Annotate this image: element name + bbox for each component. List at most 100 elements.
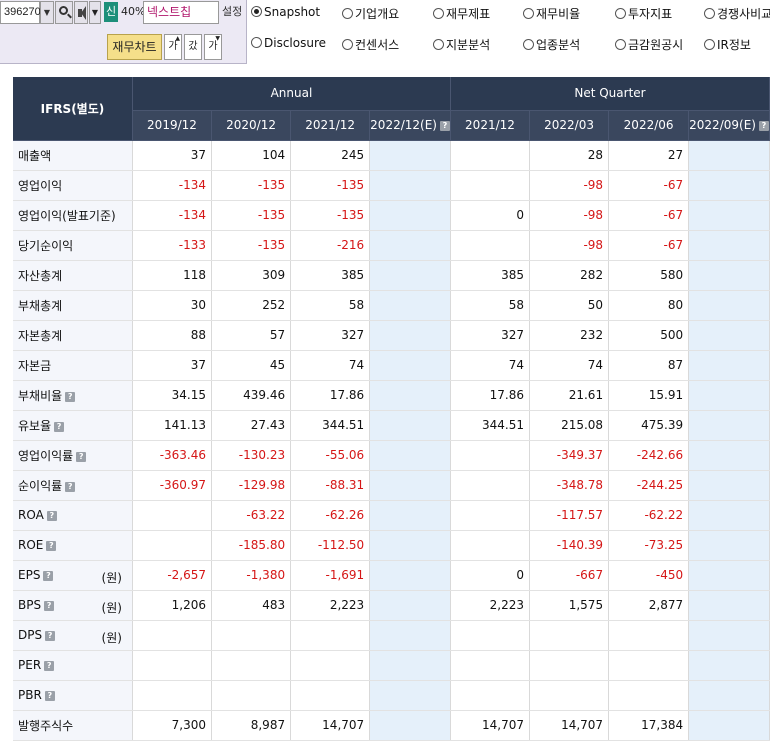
radio-dot-icon[interactable] — [433, 39, 444, 50]
help-icon[interactable]: ? — [44, 661, 55, 671]
table-cell — [688, 230, 770, 261]
radio-option[interactable]: 재무제표 — [433, 5, 490, 22]
row-unit: (원) — [101, 600, 122, 615]
table-cell: -67 — [608, 200, 690, 231]
radio-dot-icon[interactable] — [342, 8, 353, 19]
help-icon[interactable]: ? — [45, 631, 56, 641]
row-label-cell: 유보율? — [13, 410, 133, 441]
stock-selector-panel: 396270 ▼ ▼ 신 40% 넥스트칩 설정 재무차트 ▲ 가 갔 ▼ 가 — [0, 0, 247, 64]
table-cell — [688, 590, 770, 621]
row-label-cell: PER? — [13, 650, 133, 681]
table-cell: 1,206 — [132, 590, 213, 621]
table-cell — [688, 560, 770, 591]
radio-label: Disclosure — [264, 36, 327, 50]
row-label: 자본금 — [18, 358, 52, 373]
radio-dot-icon[interactable] — [615, 8, 626, 19]
table-cell: -140.39 — [529, 530, 610, 561]
row-label-cell: 순이익률? — [13, 470, 133, 501]
table-cell: 88 — [132, 320, 213, 351]
radio-option[interactable]: 지분분석 — [433, 36, 490, 53]
table-cell: 37 — [132, 350, 213, 381]
help-icon[interactable]: ? — [44, 691, 55, 701]
radio-dot-icon[interactable] — [704, 8, 715, 19]
table-cell: -1,380 — [211, 560, 292, 591]
row-label: 매출액 — [18, 148, 52, 163]
font-decrease-label: 가 — [208, 41, 218, 52]
code-dropdown-icon[interactable]: ▼ — [40, 1, 54, 24]
radio-dot-icon[interactable] — [615, 39, 626, 50]
table-row: 영업이익 -134 -135 -135 -98 -67 — [13, 170, 770, 201]
table-cell: -135 — [290, 170, 371, 201]
radio-option[interactable]: 투자지표 — [615, 5, 672, 22]
settings-button[interactable]: 설정 — [222, 3, 242, 19]
radio-option[interactable]: 기업개요 — [342, 5, 399, 22]
radio-label: IR정보 — [717, 38, 751, 52]
table-cell — [369, 200, 451, 231]
row-label: 부채총계 — [18, 298, 63, 313]
table-cell — [688, 200, 770, 231]
radio-dot-icon[interactable] — [523, 8, 534, 19]
radio-option[interactable]: Snapshot — [251, 5, 320, 19]
table-cell: -135 — [211, 200, 292, 231]
table-cell — [369, 140, 451, 171]
radio-dot-icon[interactable] — [704, 39, 715, 50]
help-icon[interactable]: ? — [43, 571, 54, 581]
table-cell: 2,877 — [608, 590, 690, 621]
table-cell: 14,707 — [529, 710, 610, 741]
column-header: 2021/12 — [290, 110, 371, 141]
radio-option[interactable]: 경쟁사비교 — [704, 5, 770, 22]
table-cell: -63.22 — [211, 500, 292, 531]
radio-option[interactable]: 재무비율 — [523, 5, 580, 22]
radio-dot-icon[interactable] — [433, 8, 444, 19]
column-header-label: 2022/09(E) — [689, 118, 756, 132]
radio-option[interactable]: Disclosure — [251, 36, 326, 50]
table-cell: -134 — [132, 170, 213, 201]
table-cell — [290, 620, 371, 651]
help-icon[interactable]: ? — [439, 121, 450, 131]
row-label: 자산총계 — [18, 268, 63, 283]
font-style-button[interactable]: 갔 — [184, 34, 202, 60]
help-icon[interactable]: ? — [44, 601, 55, 611]
financial-chart-button[interactable]: 재무차트 — [107, 34, 162, 60]
radio-dot-icon[interactable] — [523, 39, 534, 50]
table-cell: 104 — [211, 140, 292, 171]
table-cell: 500 — [608, 320, 690, 351]
table-cell: 87 — [608, 350, 690, 381]
table-cell: 17.86 — [290, 380, 371, 411]
table-cell: 245 — [290, 140, 371, 171]
help-icon[interactable]: ? — [46, 511, 57, 521]
radio-dot-icon[interactable] — [342, 39, 353, 50]
table-cell: -244.25 — [608, 470, 690, 501]
font-decrease-button[interactable]: ▼ 가 — [204, 34, 222, 60]
table-cell: -1,691 — [290, 560, 371, 591]
stock-code-input[interactable]: 396270 — [0, 1, 41, 24]
radio-option[interactable]: 금감원공시 — [615, 36, 683, 53]
row-label: ROE — [18, 538, 44, 552]
radio-dot-icon[interactable] — [251, 6, 262, 17]
table-cell: -98 — [529, 200, 610, 231]
table-row: 자산총계 118 309 385 385 282 580 — [13, 260, 770, 291]
row-label-cell: 부채총계 — [13, 290, 133, 321]
table-cell — [450, 530, 531, 561]
radio-option[interactable]: IR정보 — [704, 36, 751, 53]
speaker-dropdown-icon[interactable]: ▼ — [89, 1, 101, 24]
speaker-icon[interactable] — [74, 1, 88, 24]
help-icon[interactable]: ? — [65, 391, 76, 402]
row-label: ROA — [18, 508, 44, 522]
radio-option[interactable]: 업종분석 — [523, 36, 580, 53]
font-increase-button[interactable]: ▲ 가 — [164, 34, 182, 60]
row-label: EPS — [18, 568, 41, 582]
column-header-label: 2022/03 — [544, 118, 594, 132]
radio-option[interactable]: 컨센서스 — [342, 36, 399, 53]
table-cell — [369, 680, 451, 711]
stock-name-field[interactable]: 넥스트칩 — [143, 1, 219, 24]
help-icon[interactable]: ? — [65, 481, 76, 492]
table-cell: -349.37 — [529, 440, 610, 471]
help-icon[interactable]: ? — [54, 421, 65, 432]
help-icon[interactable]: ? — [76, 451, 87, 462]
help-icon[interactable]: ? — [758, 121, 769, 131]
radio-dot-icon[interactable] — [251, 37, 262, 48]
help-icon[interactable]: ? — [46, 541, 57, 551]
table-cell — [369, 650, 451, 681]
search-icon[interactable] — [55, 1, 73, 24]
